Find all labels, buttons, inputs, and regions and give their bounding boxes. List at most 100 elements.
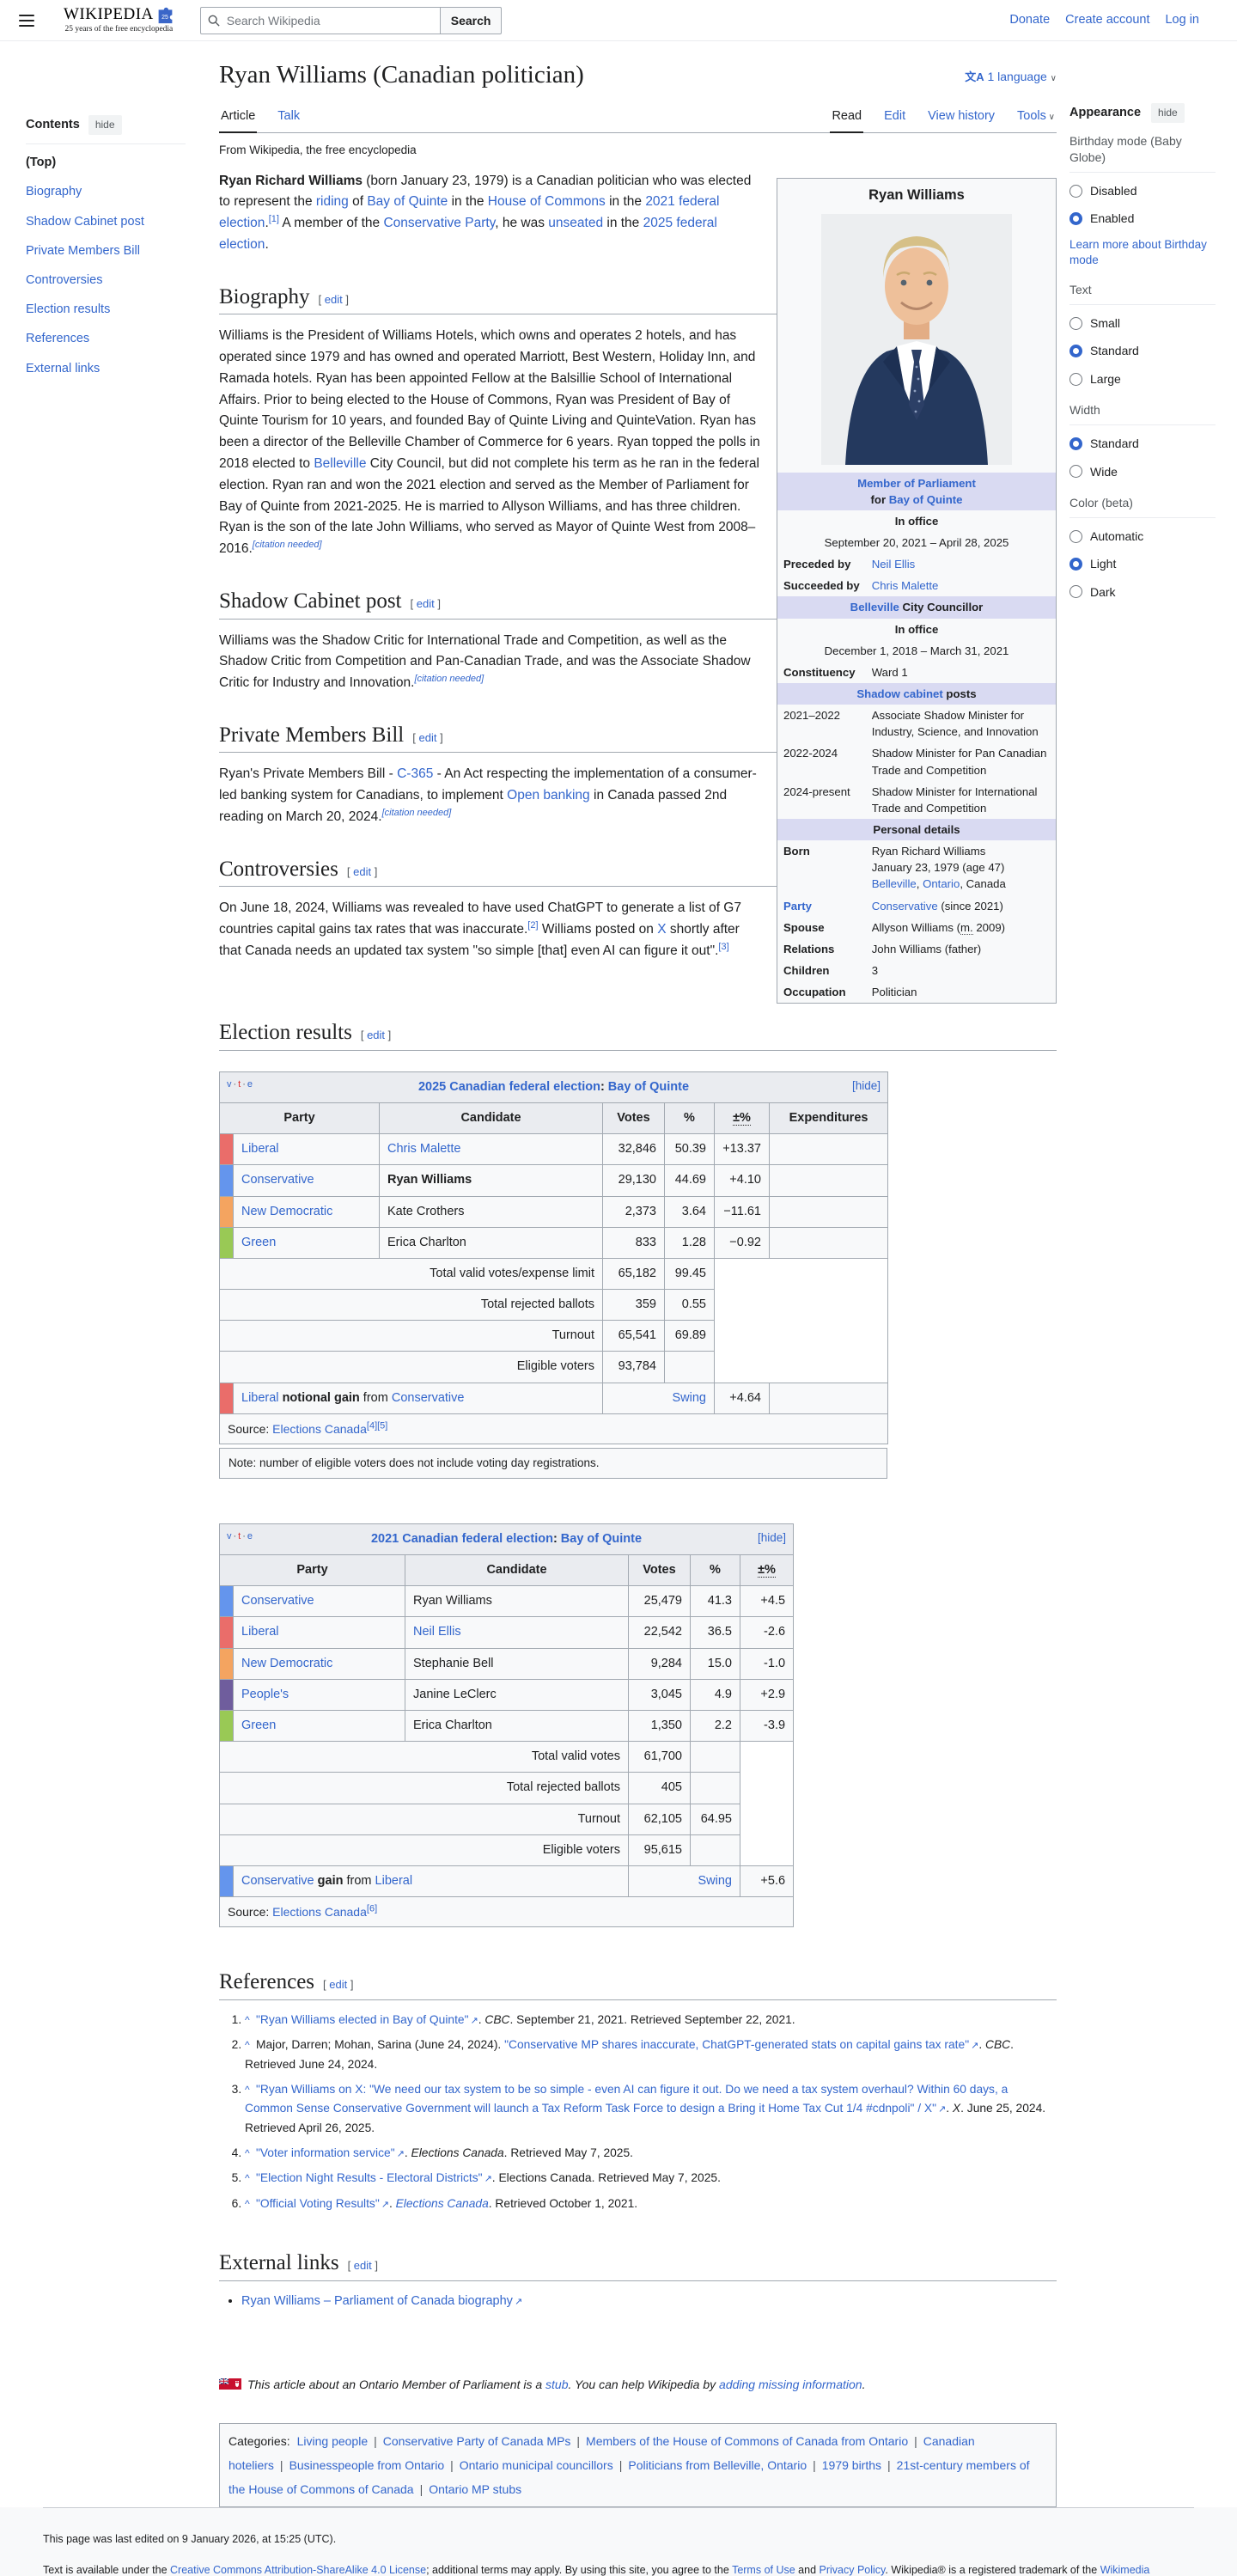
toc-link-private-members-bill[interactable]: Private Members Bill bbox=[26, 244, 140, 258]
text-link[interactable]: edit bbox=[353, 865, 371, 878]
text-link[interactable]: "Ryan Williams on X: "We need our tax sy… bbox=[245, 2083, 1008, 2115]
party-link-people-s[interactable]: People's bbox=[241, 1688, 289, 1701]
toc-link-top[interactable]: (Top) bbox=[26, 156, 56, 169]
appearance-hide-button[interactable]: hide bbox=[1151, 103, 1185, 124]
wikipedia-logo[interactable]: WIKIPEDIA 25 25 years of the free encycl… bbox=[64, 5, 174, 34]
language-selector[interactable]: 文A 1 language ∨ bbox=[965, 67, 1057, 87]
party-link-green[interactable]: Green bbox=[241, 1236, 276, 1249]
edit-section-link[interactable]: [ edit ] bbox=[361, 1029, 391, 1041]
radio-option-standard[interactable]: Standard bbox=[1069, 434, 1216, 453]
text-link[interactable]: Belleville bbox=[872, 877, 917, 890]
category-link-ontario-mp-stubs[interactable]: Ontario MP stubs bbox=[429, 2482, 521, 2496]
text-link[interactable]: Liberal bbox=[375, 1874, 413, 1888]
reference-link[interactable]: [1] bbox=[269, 214, 279, 224]
text-link[interactable]: C-365 bbox=[397, 766, 433, 781]
toc-link-biography[interactable]: Biography bbox=[26, 185, 82, 198]
category-link-politicians-from-belleville-ontario[interactable]: Politicians from Belleville, Ontario bbox=[628, 2458, 807, 2472]
text-link[interactable]: "Conservative MP shares inaccurate, Chat… bbox=[504, 2038, 969, 2051]
text-link[interactable]: Shadow cabinet bbox=[856, 687, 942, 700]
text-link[interactable]: 2021 Canadian federal election bbox=[371, 1532, 553, 1546]
create-account-link[interactable]: Create account bbox=[1065, 10, 1149, 30]
text-link[interactable]: stub bbox=[545, 2378, 568, 2391]
citation-needed-link[interactable]: [citation needed] bbox=[414, 674, 484, 684]
backlink-caret[interactable]: ^ bbox=[245, 2084, 253, 2096]
swing-link[interactable]: Swing bbox=[698, 1874, 733, 1888]
edit-section-link[interactable]: [ edit ] bbox=[323, 1978, 353, 1991]
tab-tools[interactable]: Tools ∨ bbox=[1015, 101, 1057, 132]
toc-link-references[interactable]: References bbox=[26, 332, 89, 345]
radio-option-enabled[interactable]: Enabled bbox=[1069, 209, 1216, 228]
text-link[interactable]: Belleville bbox=[850, 601, 899, 613]
donate-link[interactable]: Donate bbox=[1009, 10, 1050, 30]
radio-option-large[interactable]: Large bbox=[1069, 369, 1216, 388]
text-link[interactable]: riding bbox=[316, 194, 349, 209]
text-link[interactable]: Conservative Party bbox=[383, 216, 495, 230]
text-link[interactable]: "Election Night Results - Electoral Dist… bbox=[256, 2171, 483, 2184]
citation-needed-link[interactable]: [citation needed] bbox=[253, 540, 322, 550]
radio-option-standard[interactable]: Standard bbox=[1069, 341, 1216, 360]
toc-link-external-links[interactable]: External links bbox=[26, 362, 100, 375]
backlink-caret[interactable]: ^ bbox=[245, 2039, 253, 2051]
toc-link-shadow-cabinet-post[interactable]: Shadow Cabinet post bbox=[26, 215, 144, 229]
category-link-businesspeople-from-ontario[interactable]: Businesspeople from Ontario bbox=[289, 2458, 445, 2472]
edit-section-link[interactable]: [ edit ] bbox=[348, 2259, 378, 2272]
category-link-conservative-party-of-canada-mps[interactable]: Conservative Party of Canada MPs bbox=[383, 2434, 571, 2448]
text-link[interactable]: adding missing information bbox=[719, 2378, 862, 2391]
candidate-link[interactable]: Neil Ellis bbox=[413, 1625, 461, 1639]
party-link-conservative[interactable]: Conservative bbox=[241, 1173, 314, 1187]
vte-e-link[interactable]: e bbox=[247, 1531, 253, 1541]
text-link[interactable]: Ryan Williams – Parliament of Canada bio… bbox=[241, 2294, 513, 2308]
text-link[interactable]: edit bbox=[418, 731, 436, 744]
text-link[interactable]: Conservative bbox=[872, 900, 938, 913]
text-link[interactable]: Belleville bbox=[314, 456, 366, 471]
reference-link[interactable]: [2] bbox=[527, 920, 538, 931]
text-link[interactable]: Liberal bbox=[241, 1391, 279, 1405]
search-input-box[interactable] bbox=[199, 6, 441, 34]
reference-link[interactable]: [3] bbox=[718, 942, 728, 952]
category-link-members-of-the-house-of-commons-of-canada-from-ontario[interactable]: Members of the House of Commons of Canad… bbox=[586, 2434, 908, 2448]
vte-t-link[interactable]: t bbox=[238, 1079, 241, 1090]
text-link[interactable]: X bbox=[657, 922, 666, 937]
text-link[interactable]: Open banking bbox=[507, 788, 590, 803]
backlink-caret[interactable]: ^ bbox=[245, 2014, 253, 2026]
hide-table-link[interactable]: [hide] bbox=[758, 1529, 786, 1547]
edit-section-link[interactable]: [ edit ] bbox=[411, 597, 441, 610]
text-link[interactable]: Conservative bbox=[392, 1391, 465, 1405]
tab-talk[interactable]: Talk bbox=[276, 101, 302, 132]
category-link-1979-births[interactable]: 1979 births bbox=[822, 2458, 881, 2472]
edit-section-link[interactable]: [ edit ] bbox=[319, 293, 349, 306]
log-in-link[interactable]: Log in bbox=[1165, 10, 1199, 30]
vte-v-link[interactable]: v bbox=[227, 1531, 232, 1541]
text-link[interactable]: "Voter information service" bbox=[256, 2146, 395, 2159]
text-link[interactable]: Bay of Quinte bbox=[561, 1532, 642, 1546]
text-link[interactable]: House of Commons bbox=[488, 194, 606, 209]
radio-option-light[interactable]: Light bbox=[1069, 554, 1216, 573]
text-link[interactable]: Elections Canada bbox=[272, 1905, 367, 1919]
vte-v-link[interactable]: v bbox=[227, 1079, 232, 1090]
menu-icon[interactable] bbox=[12, 6, 41, 35]
text-link[interactable]: Elections Canada bbox=[272, 1422, 367, 1436]
category-link-ontario-municipal-councillors[interactable]: Ontario municipal councillors bbox=[460, 2458, 613, 2472]
tab-view-history[interactable]: View history bbox=[926, 101, 996, 132]
party-link-liberal[interactable]: Liberal bbox=[241, 1625, 279, 1639]
toc-link-controversies[interactable]: Controversies bbox=[26, 273, 102, 287]
category-link-living-people[interactable]: Living people bbox=[297, 2434, 369, 2448]
backlink-caret[interactable]: ^ bbox=[245, 2147, 253, 2159]
text-link[interactable]: "Ryan Williams elected in Bay of Quinte" bbox=[256, 2013, 469, 2026]
learn-more-link[interactable]: Learn more about Birthday mode bbox=[1069, 237, 1216, 268]
party-link-new-democratic[interactable]: New Democratic bbox=[241, 1205, 332, 1218]
preceded-by-link[interactable]: Neil Ellis bbox=[872, 558, 916, 571]
tab-read[interactable]: Read bbox=[830, 101, 863, 134]
hide-table-link[interactable]: [hide] bbox=[852, 1077, 881, 1096]
text-link[interactable]: Bay of Quinte bbox=[889, 493, 963, 506]
candidate-link[interactable]: Chris Malette bbox=[387, 1142, 460, 1156]
text-link[interactable]: 2025 Canadian federal election bbox=[418, 1080, 600, 1094]
radio-option-small[interactable]: Small bbox=[1069, 314, 1216, 333]
radio-option-automatic[interactable]: Automatic bbox=[1069, 527, 1216, 546]
text-link[interactable]: "Official Voting Results" bbox=[256, 2197, 380, 2210]
text-link[interactable]: edit bbox=[367, 1029, 385, 1041]
edit-section-link[interactable]: [ edit ] bbox=[347, 865, 377, 878]
text-link[interactable]: Elections Canada bbox=[396, 2197, 489, 2210]
text-link[interactable]: Bay of Quinte bbox=[608, 1080, 689, 1094]
tab-edit[interactable]: Edit bbox=[882, 101, 907, 132]
